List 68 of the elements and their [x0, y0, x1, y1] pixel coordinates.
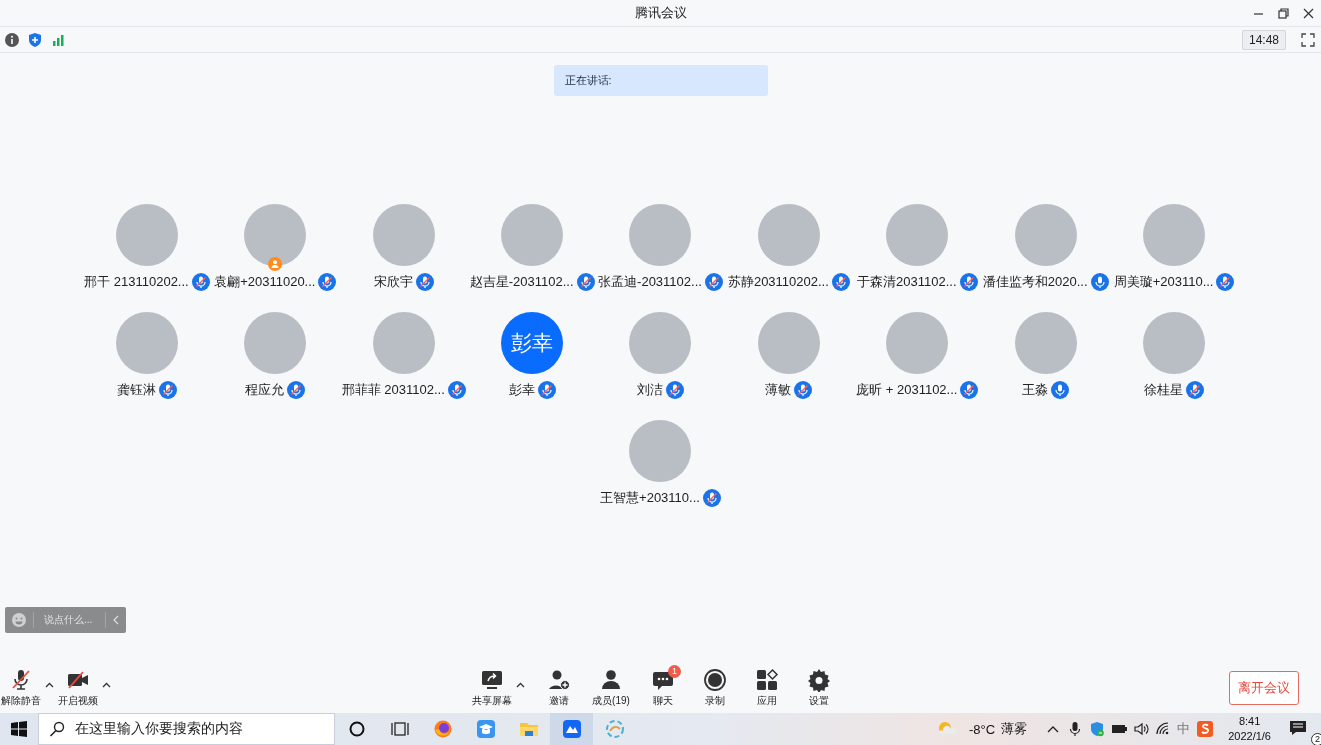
shield-icon[interactable]: [27, 31, 43, 48]
input-method-indicator[interactable]: 中: [1177, 720, 1191, 738]
participant-name: 薄敏: [765, 381, 792, 399]
participant-name: 张孟迪-2031102...: [598, 273, 702, 291]
apps-grid-icon: [755, 668, 779, 692]
people-icon: [599, 668, 623, 692]
info-icon[interactable]: [4, 31, 20, 48]
members-button[interactable]: 成员(19): [590, 668, 632, 708]
settings-button[interactable]: 设置: [798, 668, 840, 708]
camera-button[interactable]: 开启视频: [57, 668, 99, 708]
weather-condition: 薄雾: [1001, 720, 1028, 738]
shield-icon[interactable]: [1089, 721, 1106, 737]
record-button[interactable]: 录制: [694, 668, 736, 708]
caret-icon[interactable]: [516, 682, 525, 688]
clock-time: 8:41: [1238, 714, 1261, 729]
participant-name: 苏静203110202...: [727, 273, 829, 291]
apps-button[interactable]: 应用: [746, 668, 788, 708]
participant-name: 龚钰淋: [116, 381, 156, 399]
screen-share-icon: [480, 668, 504, 692]
close-icon[interactable]: [1303, 7, 1314, 19]
restore-icon[interactable]: [1278, 7, 1289, 19]
collapse-icon[interactable]: [112, 615, 120, 625]
unread-badge: 1: [668, 665, 681, 678]
participant-name: 王淼: [1022, 381, 1049, 399]
taskbar-search-field[interactable]: 在这里输入你要搜索的内容: [38, 713, 335, 745]
notification-count: 2: [1311, 732, 1321, 745]
participant-name: 周美璇+203110...: [1113, 273, 1214, 291]
participant-name: 赵吉星-2031102...: [469, 273, 574, 291]
participant-name: 徐桂星: [1144, 381, 1184, 399]
participant-name: 邢菲菲 2031102...: [341, 381, 445, 399]
participant-name: 程应允: [245, 381, 285, 399]
search-placeholder: 在这里输入你要搜索的内容: [75, 720, 243, 738]
participant-name: 彭幸: [508, 381, 535, 399]
share-button[interactable]: 共享屏幕: [471, 668, 513, 708]
participant-name: 潘佳监考和2020...: [982, 273, 1088, 291]
search-icon: [49, 721, 65, 737]
caret-icon[interactable]: [102, 682, 111, 688]
participant-name: 宋欣宇: [373, 273, 413, 291]
sogou-s-icon[interactable]: [1196, 720, 1215, 738]
chat-button[interactable]: 聊天 1: [642, 668, 684, 708]
leave-meeting-button[interactable]: 离开会议: [1229, 671, 1299, 705]
chat-placeholder: 说点什么...: [33, 612, 106, 628]
invite-button[interactable]: 邀请: [538, 668, 580, 708]
participant-name: 王智慧+203110...: [600, 489, 700, 507]
text-avatar: 彭幸: [501, 312, 564, 374]
caret-icon[interactable]: [45, 682, 54, 688]
meeting-timer: 14:48: [1241, 29, 1286, 50]
fullscreen-icon[interactable]: [1301, 32, 1315, 47]
participant-name: 于森清2031102...: [857, 273, 957, 291]
speaking-banner: 正在讲话:: [553, 65, 768, 96]
participant-name: 邢干 213110202...: [84, 273, 189, 291]
settings-icon: [807, 668, 831, 692]
windows-start-icon[interactable]: [11, 721, 27, 737]
window-title: 腾讯会议: [634, 4, 687, 22]
participant-name: 袁翩+20311020...: [214, 273, 316, 291]
notification-icon[interactable]: [1289, 718, 1307, 737]
record-icon: [703, 668, 727, 692]
fox-browser-icon[interactable]: [432, 719, 453, 739]
mic-button[interactable]: 解除静音: [0, 668, 42, 708]
meeting-app-icon[interactable]: [561, 719, 582, 739]
graduation-cap-icon[interactable]: [475, 719, 496, 739]
participant-name: 庞昕 + 2031102...: [856, 381, 958, 399]
add-person-icon: [547, 668, 571, 692]
weather-temperature: -8°C: [969, 721, 996, 737]
clock-date: 2022/1/6: [1228, 729, 1271, 744]
speaker-icon[interactable]: [1133, 721, 1150, 737]
participant-name: 刘洁: [637, 381, 663, 399]
task-view-icon[interactable]: [389, 719, 410, 739]
